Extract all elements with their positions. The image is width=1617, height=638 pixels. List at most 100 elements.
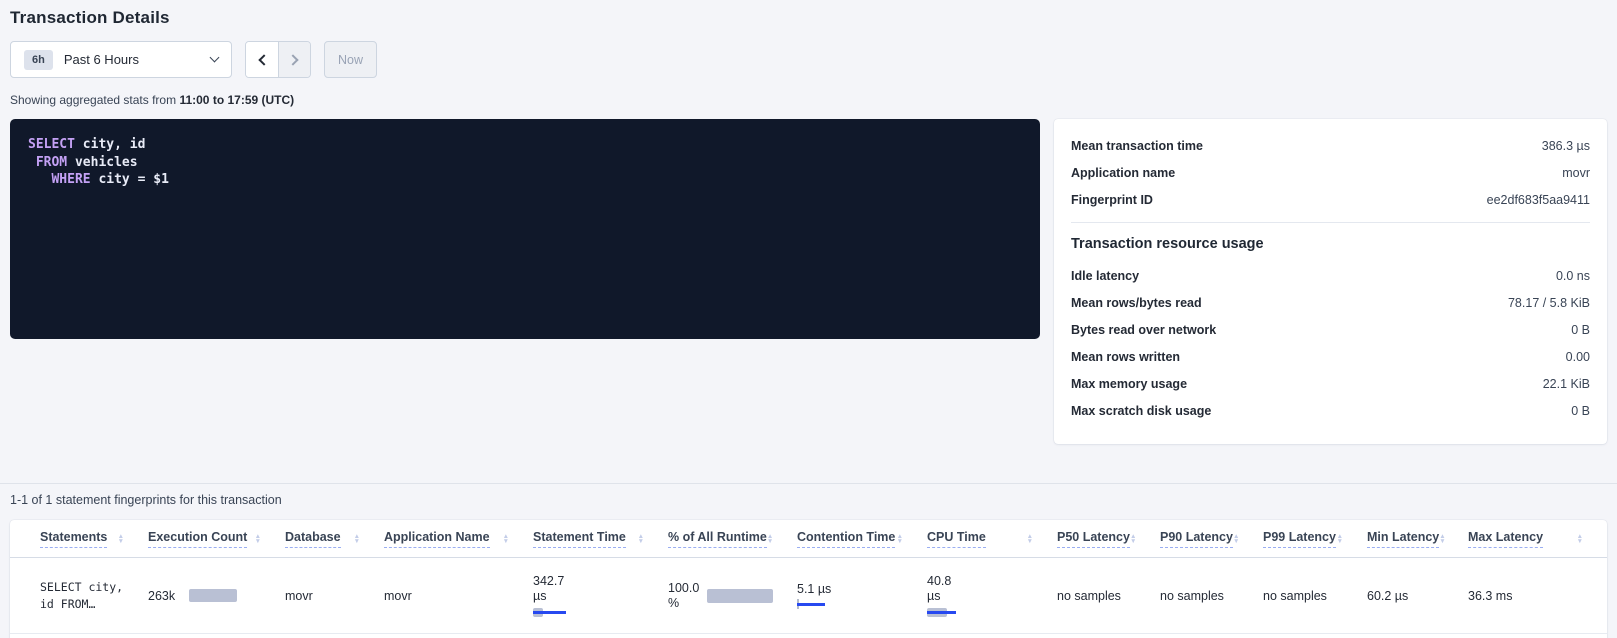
detail-row-mean-rows-bytes-read: Mean rows/bytes read 78.17 / 5.8 KiB (1071, 289, 1590, 316)
sort-icon[interactable]: ▲▼ (1027, 534, 1033, 544)
sort-icon[interactable]: ▲▼ (503, 534, 509, 544)
column-header-application-name[interactable]: Application Name ▲▼ (384, 530, 533, 548)
sql-keyword: SELECT (28, 137, 75, 152)
time-range-badge: 6h (24, 50, 53, 70)
column-header-label: Statements (40, 530, 107, 548)
chevron-left-icon (258, 54, 269, 65)
contention-time-cell: 5.1 µs (797, 582, 927, 610)
detail-label: Mean transaction time (1071, 139, 1203, 153)
table-row: SELECT city, id FROM… 263k movr movr 342… (10, 558, 1607, 634)
p50-latency-cell: no samples (1057, 589, 1160, 603)
sort-icon[interactable]: ▲▼ (767, 534, 773, 544)
detail-value: ee2df683f5aa9411 (1487, 193, 1590, 207)
sort-icon[interactable]: ▲▼ (255, 534, 261, 544)
contention-time-stdev-line (797, 603, 825, 606)
column-header-label: % of All Runtime (668, 530, 767, 548)
column-header-execution-count[interactable]: Execution Count ▲▼ (148, 530, 285, 548)
sort-icon[interactable]: ▲▼ (354, 534, 360, 544)
detail-row-max-memory-usage: Max memory usage 22.1 KiB (1071, 370, 1590, 397)
statement-link[interactable]: SELECT city, id FROM… (40, 579, 148, 613)
sql-keyword: WHERE (51, 172, 90, 187)
sql-line: WHERE city = $1 (28, 171, 1022, 189)
sql-indent (28, 172, 51, 187)
column-header-p50-latency[interactable]: P50 Latency▲▼ (1057, 530, 1160, 548)
column-header-label: P50 Latency (1057, 530, 1130, 548)
column-header-contention-time[interactable]: Contention Time▲▼ (797, 530, 927, 548)
detail-row-idle-latency: Idle latency 0.0 ns (1071, 262, 1590, 289)
sql-indent (28, 155, 36, 170)
sort-icon[interactable]: ▲▼ (1233, 534, 1239, 544)
sort-icon[interactable]: ▲▼ (118, 534, 124, 544)
cpu-time-unit: µs (927, 589, 1033, 604)
time-controls: 6h Past 6 Hours Now (10, 41, 1607, 78)
statement-count-caption: 1-1 of 1 statement fingerprints for this… (10, 493, 1607, 507)
column-header-label: P90 Latency (1160, 530, 1233, 548)
column-header-cpu-time[interactable]: CPU Time ▲▼ (927, 530, 1057, 548)
detail-row-application-name: Application name movr (1071, 159, 1590, 186)
cpu-time-cell: 40.8 µs (927, 574, 1057, 618)
page-title: Transaction Details (10, 8, 1607, 28)
column-header-label: Application Name (384, 530, 490, 548)
column-header-label: Contention Time (797, 530, 895, 548)
next-time-button[interactable] (278, 42, 310, 77)
application-name-cell: movr (384, 589, 533, 603)
detail-label: Idle latency (1071, 269, 1139, 283)
p90-latency-cell: no samples (1160, 589, 1263, 603)
detail-value: 0 B (1571, 323, 1590, 337)
column-header-max-latency[interactable]: Max Latency ▲▼ (1468, 530, 1607, 548)
sql-text: city, id (75, 137, 145, 152)
column-header-min-latency[interactable]: Min Latency▲▼ (1367, 530, 1468, 548)
sort-icon[interactable]: ▲▼ (638, 534, 644, 544)
statement-time-bar-chart (533, 608, 577, 618)
prev-time-button[interactable] (246, 42, 278, 77)
execution-count-cell: 263k (148, 589, 285, 603)
sort-icon[interactable]: ▲▼ (1337, 534, 1343, 544)
detail-label: Fingerprint ID (1071, 193, 1153, 207)
column-header-label: P99 Latency (1263, 530, 1336, 548)
now-button[interactable]: Now (324, 41, 377, 78)
table-header-row: Statements ▲▼ Execution Count ▲▼ Database ▲… (10, 520, 1607, 558)
execution-count-value: 263k (148, 589, 175, 603)
detail-value: 78.17 / 5.8 KiB (1508, 296, 1590, 310)
detail-value: 0 B (1571, 404, 1590, 418)
panel-divider (1071, 222, 1590, 223)
stats-line-range: 11:00 to 17:59 (UTC) (179, 93, 294, 107)
sort-icon[interactable]: ▲▼ (1439, 534, 1445, 544)
sort-icon[interactable]: ▲▼ (1577, 534, 1583, 544)
column-header-statement-time[interactable]: Statement Time ▲▼ (533, 530, 668, 548)
column-header-pct-of-all-runtime[interactable]: % of All Runtime▲▼ (668, 530, 797, 548)
detail-value: 0.0 ns (1556, 269, 1590, 283)
time-range-dropdown[interactable]: 6h Past 6 Hours (10, 41, 232, 78)
detail-label: Max scratch disk usage (1071, 404, 1211, 418)
detail-row-mean-rows-written: Mean rows written 0.00 (1071, 343, 1590, 370)
column-header-label: CPU Time (927, 530, 986, 548)
min-latency-cell: 60.2 µs (1367, 589, 1468, 603)
column-header-database[interactable]: Database ▲▼ (285, 530, 384, 548)
statement-line: SELECT city, (40, 579, 124, 596)
detail-row-bytes-read-over-network: Bytes read over network 0 B (1071, 316, 1590, 343)
column-header-label: Max Latency (1468, 530, 1543, 548)
cpu-time-stdev-line (927, 611, 956, 614)
sort-icon[interactable]: ▲▼ (897, 534, 903, 544)
statement-line: id FROM… (40, 596, 124, 613)
column-header-p99-latency[interactable]: P99 Latency▲▼ (1263, 530, 1367, 548)
max-latency-cell: 36.3 ms (1468, 589, 1607, 603)
column-header-label: Database (285, 530, 341, 548)
runtime-pct-value: 100.0 (668, 581, 699, 596)
transaction-details-panel: Mean transaction time 386.3 µs Applicati… (1054, 119, 1607, 444)
statement-time-value: 342.7 (533, 574, 644, 589)
detail-label: Max memory usage (1071, 377, 1187, 391)
column-header-label: Execution Count (148, 530, 247, 548)
contention-time-value: 5.1 µs (797, 582, 903, 596)
column-header-label: Statement Time (533, 530, 626, 548)
column-header-statements[interactable]: Statements ▲▼ (40, 530, 148, 548)
detail-value: 386.3 µs (1542, 139, 1590, 153)
sql-text: vehicles (67, 155, 137, 170)
chevron-right-icon (287, 54, 298, 65)
detail-value: 22.1 KiB (1543, 377, 1590, 391)
column-header-p90-latency[interactable]: P90 Latency▲▼ (1160, 530, 1263, 548)
column-header-label: Min Latency (1367, 530, 1439, 548)
stats-line-prefix: Showing aggregated stats from (10, 93, 176, 107)
runtime-pct-bar (707, 589, 773, 603)
sort-icon[interactable]: ▲▼ (1130, 534, 1136, 544)
